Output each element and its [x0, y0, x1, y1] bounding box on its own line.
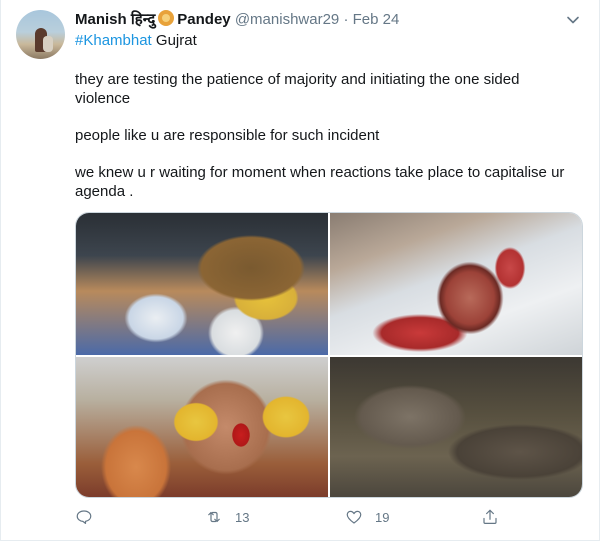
lion-face-icon [158, 10, 175, 26]
media-photo-3[interactable] [76, 357, 328, 497]
like-button[interactable]: 19 [345, 508, 389, 526]
header-separator: · [343, 11, 349, 28]
tweet-paragraph: we knew u r waiting for moment when reac… [75, 164, 565, 200]
retweet-count: 13 [235, 509, 250, 525]
tweet-date[interactable]: Feb 24 [353, 11, 400, 28]
tweet-header: Manish हिन्दु Pandey @manishwar29 · Feb 2… [75, 10, 399, 29]
media-photo-1[interactable] [76, 213, 328, 355]
tweet-text: they are testing the patience of majorit… [75, 70, 575, 219]
author-name-part1[interactable]: Manish हिन्दु [75, 11, 155, 28]
hashtag-link[interactable]: #Khambhat [75, 32, 152, 49]
tweet-paragraph: they are testing the patience of majorit… [75, 71, 520, 107]
avatar-figure-secondary [43, 36, 53, 52]
reply-button[interactable] [75, 508, 105, 526]
chevron-down-icon[interactable] [565, 12, 581, 28]
media-grid [75, 212, 583, 498]
media-photo-2[interactable] [330, 213, 582, 355]
author-handle[interactable]: @manishwar29 [235, 11, 339, 28]
author-name[interactable]: Manish हिन्दु Pandey [75, 10, 235, 28]
tweet-paragraph: people like u are responsible for such i… [75, 127, 380, 144]
reply-icon [76, 510, 92, 524]
heart-icon [346, 510, 362, 524]
location-text: Gujrat [155, 32, 197, 49]
avatar[interactable] [16, 10, 65, 59]
media-photo-4[interactable] [330, 357, 582, 497]
author-name-part2[interactable]: Pandey [177, 11, 230, 28]
retweet-icon [208, 511, 220, 523]
retweet-button[interactable]: 13 [205, 508, 249, 526]
tweet-card[interactable]: Manish हिन्दु Pandey @manishwar29 · Feb 2… [0, 0, 600, 541]
tweet-subline: #Khambhat Gujrat [75, 31, 197, 50]
share-button[interactable] [481, 508, 499, 526]
tweet-actions: 13 19 [75, 508, 515, 532]
like-count: 19 [375, 509, 390, 525]
share-icon [483, 509, 497, 524]
